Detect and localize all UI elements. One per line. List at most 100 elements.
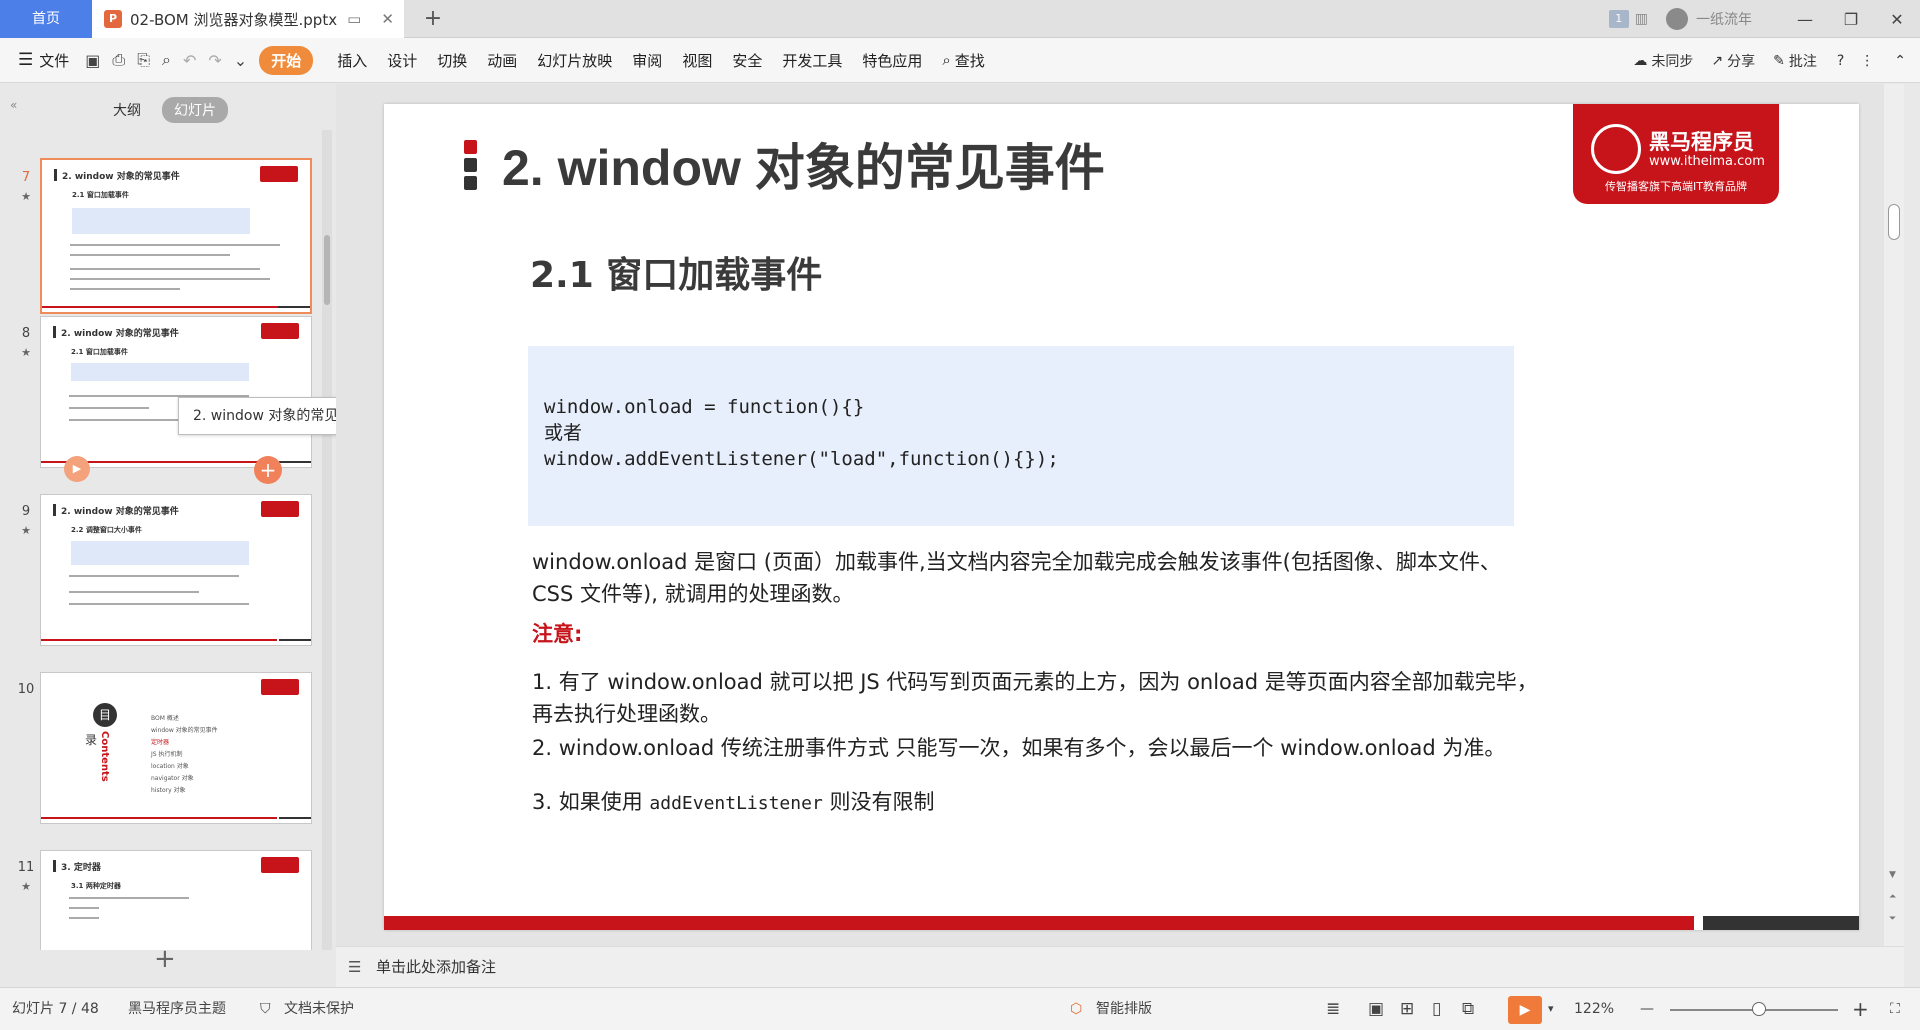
tab-transition[interactable]: 切换	[437, 50, 467, 71]
comment-button[interactable]: 批注	[1789, 51, 1817, 71]
play-slideshow-button[interactable]: ▶	[1508, 996, 1542, 1024]
slide-subtitle[interactable]: 2.1 窗口加载事件	[530, 246, 822, 298]
protection-status[interactable]: 文档未保护	[284, 988, 354, 1030]
add-slide-button[interactable]: +	[154, 944, 176, 974]
panel-icon[interactable]: ▥	[1635, 11, 1648, 27]
close-tab-icon[interactable]: ✕	[381, 10, 394, 28]
slide[interactable]: 2. window 对象的常见事件 黑马程序员 www.itheima.com …	[384, 104, 1859, 930]
note-item[interactable]: 2. window.onload 传统注册事件方式 只能写一次，如果有多个，会以…	[532, 728, 1542, 768]
next-page-icon[interactable]: ⏷	[1889, 914, 1896, 924]
panel-scroll-thumb[interactable]	[324, 235, 330, 305]
reading-view-icon[interactable]: ▯	[1432, 988, 1441, 1030]
close-window-button[interactable]: ✕	[1874, 10, 1920, 29]
smart-layout-icon[interactable]: ⬡	[1070, 988, 1082, 1030]
zoom-in-button[interactable]: +	[1852, 988, 1869, 1030]
tab-security[interactable]: 安全	[732, 50, 762, 71]
chevron-down-icon[interactable]: ▾	[1548, 988, 1554, 1030]
undo-icon[interactable]: ↶	[183, 51, 196, 70]
comment-icon[interactable]: ✎	[1773, 53, 1785, 69]
slide-title[interactable]: 2. window 对象的常见事件	[502, 128, 1105, 200]
share-button[interactable]: 分享	[1727, 51, 1755, 71]
zoom-slider-knob[interactable]	[1752, 1002, 1766, 1016]
sync-status[interactable]: 未同步	[1651, 51, 1693, 71]
notes-placeholder[interactable]: 单击此处添加备注	[376, 958, 496, 976]
restore-button[interactable]: ❐	[1828, 10, 1874, 29]
avatar[interactable]	[1666, 8, 1688, 30]
tab-insert[interactable]: 插入	[337, 50, 367, 71]
tab-document[interactable]: P 02-BOM 浏览器对象模型.pptx ▭ ✕	[92, 0, 404, 38]
hamburger-icon[interactable]: ☰	[18, 50, 33, 70]
note-label[interactable]: 注意:	[532, 614, 1542, 654]
normal-view-icon[interactable]: ▣	[1368, 988, 1384, 1030]
more-icon[interactable]: ⋮	[1860, 53, 1874, 69]
play-icon[interactable]: ▶	[64, 456, 90, 482]
print-icon[interactable]: ⎘	[137, 50, 150, 70]
tab-developer[interactable]: 开发工具	[782, 50, 842, 71]
note-item-text: 则没有限制	[822, 790, 935, 814]
chevron-down-icon[interactable]: ⌄	[234, 51, 247, 70]
outline-toggle[interactable]: 大纲	[113, 100, 141, 120]
panel-scrollbar[interactable]	[322, 130, 332, 950]
slide-number: 8	[21, 326, 31, 341]
tab-review[interactable]: 审阅	[632, 50, 662, 71]
add-slide-icon[interactable]: +	[254, 456, 282, 484]
brand-logo: 黑马程序员 www.itheima.com 传智播客旗下高端IT教育品牌	[1573, 104, 1779, 204]
notes-toggle-icon[interactable]: ≣	[1326, 988, 1340, 1030]
new-tab-button[interactable]: +	[418, 0, 448, 38]
search-button[interactable]: 查找	[955, 50, 985, 71]
thumb-title: 2. window 对象的常见事件	[61, 329, 179, 339]
help-icon[interactable]: ?	[1837, 53, 1844, 69]
tab-animation[interactable]: 动画	[487, 50, 517, 71]
thumbnail-list[interactable]: 7 ★ 2. window 对象的常见事件 2.1 窗口加载事件 8 ★ 2. …	[0, 130, 320, 950]
inline-code: addEventListener	[649, 793, 823, 814]
paragraph-description[interactable]: window.onload 是窗口 (页面）加载事件,当文档内容完全加载完成会触…	[532, 546, 1542, 610]
tab-design[interactable]: 设计	[387, 50, 417, 71]
tab-start[interactable]: 开始	[259, 45, 314, 75]
slides-toggle[interactable]: 幻灯片	[162, 97, 228, 123]
zoom-out-button[interactable]: —	[1640, 988, 1654, 1030]
toc-item: window 对象的常见事件	[151, 727, 218, 734]
print-preview-icon[interactable]: ⌕	[162, 50, 171, 70]
tab-home[interactable]: 首页	[0, 0, 92, 38]
collapse-panel-icon[interactable]: «	[10, 98, 17, 112]
toc-item: BOM 概述	[151, 715, 179, 722]
username[interactable]: 一纸流年	[1696, 9, 1752, 29]
minimize-button[interactable]: —	[1782, 10, 1828, 29]
cloud-sync-icon[interactable]: ☁	[1633, 53, 1647, 69]
save-icon[interactable]: ▣	[85, 51, 100, 70]
scroll-down-icon[interactable]: ▼	[1889, 870, 1896, 880]
export-pdf-icon[interactable]: ⎙	[112, 50, 125, 70]
slide-thumbnail[interactable]: 2. window 对象的常见事件 2.1 窗口加载事件	[40, 158, 312, 314]
code-block[interactable]: window.onload = function(){} 或者 window.a…	[528, 346, 1514, 526]
monitor-icon[interactable]: ▭	[347, 10, 361, 28]
thumb-subtitle: 2.1 窗口加载事件	[72, 191, 129, 199]
window-count-badge[interactable]: 1	[1608, 10, 1629, 28]
slide-number: 11	[17, 860, 35, 875]
prev-page-icon[interactable]: ⏶	[1889, 892, 1896, 902]
tab-view[interactable]: 视图	[682, 50, 712, 71]
theme-name[interactable]: 黑马程序员主题	[128, 988, 226, 1030]
note-item[interactable]: 1. 有了 window.onload 就可以把 JS 代码写到页面元素的上方，…	[532, 666, 1542, 730]
canvas-scroll-thumb[interactable]	[1888, 204, 1900, 240]
smart-layout-button[interactable]: 智能排版	[1096, 988, 1152, 1030]
thumb-footer-red	[42, 306, 278, 308]
canvas-scrollbar[interactable]: ▼ ⏶ ⏷	[1884, 84, 1904, 946]
fit-window-icon[interactable]: ⛶	[1890, 988, 1900, 1030]
collapse-ribbon-icon[interactable]: ⌃	[1894, 53, 1906, 69]
slide-thumbnail[interactable]: 2. window 对象的常见事件 2.2 调整窗口大小事件	[40, 494, 312, 646]
tab-slideshow[interactable]: 幻灯片放映	[537, 50, 612, 71]
redo-icon[interactable]: ↷	[208, 51, 221, 70]
notes-bar[interactable]: ☰ 单击此处添加备注	[336, 946, 1904, 987]
speaker-view-icon[interactable]: ⧉	[1462, 988, 1474, 1030]
search-icon[interactable]: ⌕	[942, 51, 950, 69]
slide-thumbnail[interactable]: 目 录 Contents BOM 概述 window 对象的常见事件 定时器 J…	[40, 672, 312, 824]
share-icon[interactable]: ↗	[1711, 53, 1723, 69]
slide-thumbnail[interactable]: 3. 定时器 3.1 两种定时器	[40, 850, 312, 950]
tab-features[interactable]: 特色应用	[862, 50, 922, 71]
slide-thumbnail[interactable]: 2. window 对象的常见事件 2.1 窗口加载事件	[40, 316, 312, 468]
sorter-view-icon[interactable]: ⊞	[1400, 988, 1414, 1030]
menu-file[interactable]: 文件	[39, 50, 69, 71]
note-item[interactable]: 3. 如果使用 addEventListener 则没有限制	[532, 782, 1542, 824]
zoom-level[interactable]: 122%	[1574, 988, 1614, 1030]
thumb-footer-dark	[279, 817, 311, 819]
